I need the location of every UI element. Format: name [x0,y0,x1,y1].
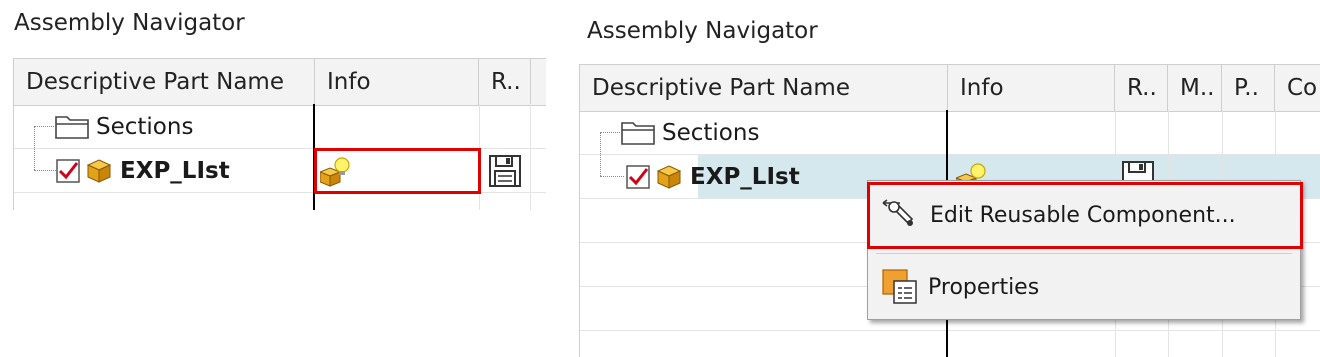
menu-separator [876,253,1292,254]
tree-connector [600,176,624,177]
highlight-menu-item [867,182,1303,249]
tree-row-label: Sections [96,114,194,140]
column-header-r[interactable]: R.. [1115,65,1168,111]
tree-connector [34,126,54,127]
column-header-descriptive-part-name[interactable]: Descriptive Part Name [14,59,315,105]
checkmark-icon [626,165,650,189]
column-header-m[interactable]: M.. [1168,65,1222,111]
assembly-navigator-right: Assembly Navigator Descriptive Part Name… [575,0,1320,357]
column-header-co[interactable]: Co [1275,65,1320,111]
tree-row-label: Sections [662,120,760,146]
properties-icon [882,269,917,304]
tree-row-exp-list[interactable]: EXP_LIst [626,158,800,196]
folder-icon [621,122,655,145]
visibility-checkbox[interactable] [56,159,80,183]
column-header-descriptive-part-name[interactable]: Descriptive Part Name [580,65,948,111]
column-header-row: Descriptive Part Name Info R.. M.. P.. C… [580,64,1320,112]
column-header-info[interactable]: Info [948,65,1115,111]
row-divider [580,154,1320,155]
panel-title: Assembly Navigator [14,10,245,36]
column-header-p[interactable]: P.. [1222,65,1275,111]
tree-row-sections[interactable]: Sections [620,114,759,152]
component-cube-icon [86,159,112,183]
save-disk-icon[interactable] [488,154,522,188]
tree-row-label: EXP_LIst [690,164,800,190]
assembly-navigator-left: Assembly Navigator Descriptive Part Name… [0,0,546,357]
tree-connector [600,132,620,133]
visibility-checkbox[interactable] [626,165,650,189]
tree-row-label: EXP_LIst [120,158,230,184]
column-divider [530,104,531,210]
tree-connector [34,126,35,170]
tree-connector [34,170,56,171]
row-divider [580,330,1320,331]
checkmark-icon [56,159,80,183]
menu-item-properties[interactable]: Properties [868,261,1300,313]
tree-row-sections[interactable]: Sections [54,108,193,146]
column-header-info[interactable]: Info [315,59,479,105]
folder-icon [55,116,89,139]
column-header-empty [531,59,546,105]
column-header-row: Descriptive Part Name Info R.. [14,58,546,106]
column-header-r[interactable]: R.. [479,59,531,105]
component-cube-icon [656,165,682,189]
tree-connector [600,132,601,176]
highlight-info-cell [314,148,481,194]
panel-title: Assembly Navigator [587,18,818,44]
tree-row-exp-list[interactable]: EXP_LIst [56,152,230,190]
menu-item-label: Properties [928,274,1040,300]
